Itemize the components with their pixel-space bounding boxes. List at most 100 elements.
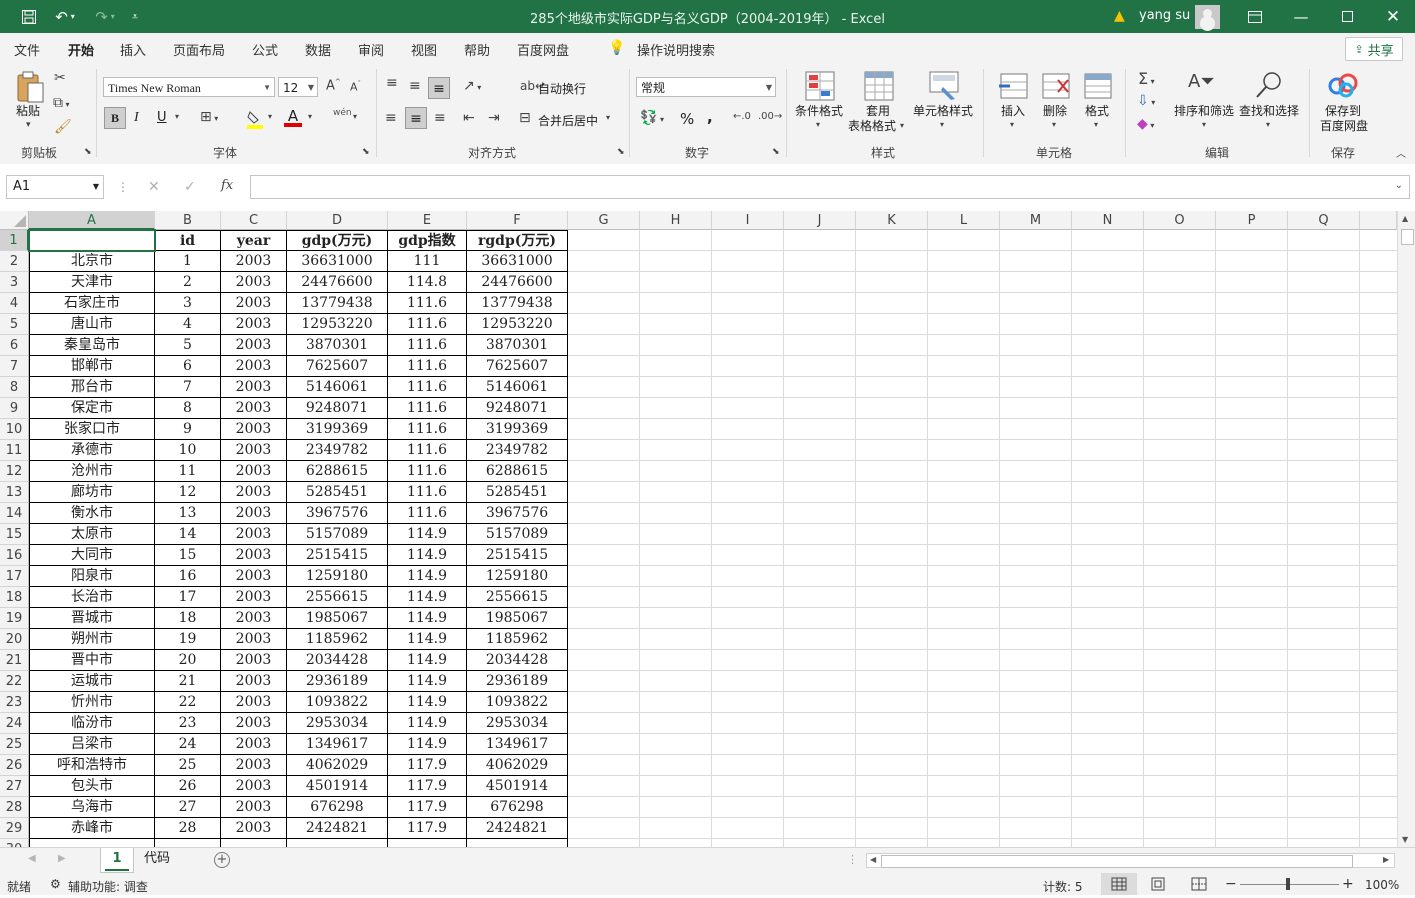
format-painter-icon[interactable]: 🖌 bbox=[54, 119, 72, 135]
table-cell[interactable]: 邯郸市 bbox=[29, 356, 155, 377]
zoom-out-button[interactable]: − bbox=[1225, 876, 1237, 892]
row-header[interactable]: 7 bbox=[0, 356, 29, 377]
accessibility-status[interactable]: 辅助功能: 调查 bbox=[68, 878, 148, 895]
table-cell[interactable]: 13 bbox=[155, 503, 221, 524]
table-cell[interactable]: 27 bbox=[155, 797, 221, 818]
table-cell[interactable]: 2003 bbox=[221, 545, 287, 566]
row-header[interactable]: 20 bbox=[0, 629, 29, 650]
table-cell[interactable]: 2556615 bbox=[467, 587, 568, 608]
row-header[interactable]: 27 bbox=[0, 776, 29, 797]
table-cell[interactable]: 1985067 bbox=[467, 608, 568, 629]
header-cell[interactable]: year bbox=[221, 230, 287, 251]
currency-icon[interactable]: 💱 ▾ bbox=[640, 110, 664, 126]
table-cell[interactable]: 21 bbox=[155, 671, 221, 692]
column-header-j[interactable]: J bbox=[784, 211, 856, 230]
table-cell[interactable]: 2515415 bbox=[287, 545, 388, 566]
row-header[interactable]: 4 bbox=[0, 293, 29, 314]
bold-button[interactable]: B bbox=[104, 107, 126, 129]
table-cell[interactable]: 114.9 bbox=[388, 587, 467, 608]
table-cell[interactable]: 1349617 bbox=[287, 734, 388, 755]
tab-page-layout[interactable]: 页面布局 bbox=[173, 40, 225, 59]
row-header[interactable]: 10 bbox=[0, 419, 29, 440]
autosum-icon[interactable]: Σ ▾ bbox=[1138, 69, 1155, 88]
column-header-a[interactable]: A bbox=[29, 211, 155, 230]
dialog-launcher-icon[interactable]: ⬊ bbox=[84, 147, 92, 157]
align-right-icon[interactable]: ≡ bbox=[434, 110, 446, 126]
chevron-down-icon[interactable]: ▾ bbox=[353, 112, 357, 121]
column-header-p[interactable]: P bbox=[1216, 211, 1288, 230]
table-cell[interactable]: 5157089 bbox=[467, 524, 568, 545]
table-cell[interactable]: 1093822 bbox=[287, 692, 388, 713]
format-as-table-icon[interactable] bbox=[864, 71, 894, 101]
column-header-f[interactable]: F bbox=[467, 211, 568, 230]
table-cell[interactable]: 2003 bbox=[221, 272, 287, 293]
table-cell[interactable]: 沧州市 bbox=[29, 461, 155, 482]
dialog-launcher-icon[interactable]: ⬊ bbox=[362, 147, 370, 157]
table-cell[interactable]: 2349782 bbox=[467, 440, 568, 461]
enter-icon[interactable]: ✓ bbox=[184, 179, 196, 195]
row-header[interactable]: 24 bbox=[0, 713, 29, 734]
sheet-tab-1[interactable]: 1 bbox=[100, 848, 134, 873]
row-header[interactable]: 29 bbox=[0, 818, 29, 839]
table-cell[interactable]: 大同市 bbox=[29, 545, 155, 566]
table-cell[interactable]: 临汾市 bbox=[29, 713, 155, 734]
fill-icon[interactable]: ⇩ ▾ bbox=[1137, 93, 1155, 109]
table-cell[interactable]: 2003 bbox=[221, 818, 287, 839]
table-cell[interactable]: 2 bbox=[155, 272, 221, 293]
row-header[interactable]: 8 bbox=[0, 377, 29, 398]
table-cell[interactable]: 2003 bbox=[221, 293, 287, 314]
table-cell[interactable]: 111 bbox=[388, 251, 467, 272]
table-cell[interactable]: 111.6 bbox=[388, 356, 467, 377]
table-cell[interactable]: 4062029 bbox=[467, 755, 568, 776]
ribbon-display-icon[interactable] bbox=[1232, 0, 1278, 33]
table-cell[interactable]: 4 bbox=[155, 314, 221, 335]
column-header-q[interactable]: Q bbox=[1288, 211, 1360, 230]
table-cell[interactable]: 2034428 bbox=[287, 650, 388, 671]
baidu-cloud-icon[interactable] bbox=[1328, 72, 1358, 98]
table-cell[interactable]: 114.9 bbox=[388, 566, 467, 587]
fill-color-icon[interactable] bbox=[246, 109, 264, 129]
tab-file[interactable]: 文件 bbox=[14, 40, 40, 59]
insert-cells-icon[interactable] bbox=[998, 71, 1028, 101]
table-cell[interactable]: 2003 bbox=[221, 482, 287, 503]
chevron-down-icon[interactable]: ▾ bbox=[1202, 120, 1206, 129]
column-header-o[interactable]: O bbox=[1144, 211, 1216, 230]
dialog-launcher-icon[interactable]: ⬊ bbox=[617, 147, 625, 157]
table-cell[interactable]: 晋中市 bbox=[29, 650, 155, 671]
table-cell[interactable]: 张家口市 bbox=[29, 419, 155, 440]
table-cell[interactable]: 7625607 bbox=[467, 356, 568, 377]
table-cell[interactable]: 4062029 bbox=[287, 755, 388, 776]
chevron-down-icon[interactable]: ▾ bbox=[816, 120, 820, 129]
table-cell[interactable]: 24476600 bbox=[287, 272, 388, 293]
percent-button[interactable]: % bbox=[680, 110, 694, 128]
table-cell[interactable]: 2953034 bbox=[467, 713, 568, 734]
table-cell[interactable]: 5157089 bbox=[287, 524, 388, 545]
user-name[interactable]: yang su bbox=[1139, 8, 1190, 23]
table-cell[interactable]: 2953034 bbox=[287, 713, 388, 734]
table-cell[interactable]: 111.6 bbox=[388, 482, 467, 503]
table-cell[interactable]: 2003 bbox=[221, 713, 287, 734]
align-top-icon[interactable]: ≡ bbox=[386, 75, 398, 91]
table-cell[interactable]: 5 bbox=[155, 335, 221, 356]
row-header[interactable]: 13 bbox=[0, 482, 29, 503]
table-cell[interactable]: 2003 bbox=[221, 461, 287, 482]
table-cell[interactable]: 7625607 bbox=[287, 356, 388, 377]
table-cell[interactable]: 2003 bbox=[221, 398, 287, 419]
table-cell[interactable]: 114.9 bbox=[388, 671, 467, 692]
delete-cells-icon[interactable] bbox=[1040, 71, 1070, 101]
number-format-select[interactable]: 常规 ▼ bbox=[636, 77, 776, 97]
increase-indent-icon[interactable]: ⇥ bbox=[488, 110, 500, 126]
table-cell[interactable]: 长治市 bbox=[29, 587, 155, 608]
table-cell[interactable]: 1185962 bbox=[467, 629, 568, 650]
insert-function-icon[interactable]: fx bbox=[221, 178, 233, 193]
page-break-view-icon[interactable] bbox=[1191, 877, 1207, 891]
table-cell[interactable]: 117.9 bbox=[388, 755, 467, 776]
align-left-icon[interactable]: ≡ bbox=[385, 110, 397, 126]
table-cell[interactable]: 114.8 bbox=[388, 272, 467, 293]
table-cell[interactable]: 22 bbox=[155, 692, 221, 713]
table-cell[interactable]: 3 bbox=[155, 293, 221, 314]
normal-view-icon[interactable] bbox=[1101, 873, 1137, 895]
row-header[interactable]: 1 bbox=[0, 230, 29, 251]
table-cell[interactable]: 114.9 bbox=[388, 692, 467, 713]
table-cell[interactable]: 保定市 bbox=[29, 398, 155, 419]
